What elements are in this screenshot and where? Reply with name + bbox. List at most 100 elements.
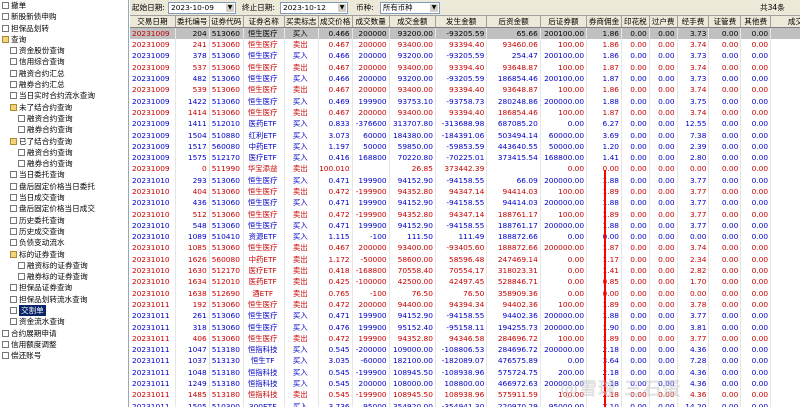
tree-item[interactable]: 融券合约查询 — [0, 158, 128, 169]
table-cell: 0.00 — [677, 163, 710, 175]
table-cell: -50000 — [352, 253, 390, 265]
chevron-down-icon[interactable]: ▼ — [430, 4, 438, 12]
table-row[interactable]: 20231009 1414 513060 恒生医疗 卖出 0.467 200000 93400… — [130, 106, 800, 119]
table-row[interactable]: 20231010 1638 512690 酒ETF 卖出 0.765 -100 76.50 76… — [130, 287, 800, 299]
table-row[interactable]: 20231009 1504 510880 红利ETF 买入 3.073 60000 18438… — [130, 129, 800, 141]
tree-item[interactable]: 融券标的证券查询 — [0, 271, 128, 282]
table-row[interactable]: 20231010 1626 560080 中药ETF 卖出 1.172 -50000 5860… — [130, 253, 800, 265]
tree-item[interactable]: 标的证券查询 — [0, 249, 128, 260]
tree-item[interactable]: 当日委托查询 — [0, 169, 128, 180]
column-header[interactable]: 印花税 — [621, 16, 650, 28]
column-header[interactable]: 委托编号 — [175, 16, 210, 28]
tree-item[interactable]: 合约展期申请 — [0, 328, 128, 339]
chevron-down-icon[interactable]: ▼ — [338, 4, 346, 12]
tree-item[interactable]: 融资合约汇总 — [0, 68, 128, 79]
tree-item[interactable]: 担保品证券查询 — [0, 282, 128, 293]
tree-item[interactable]: 当日实时合约流水查询 — [0, 90, 128, 101]
tree-item[interactable]: 融资合约查询 — [0, 147, 128, 158]
table-row[interactable]: 20231011 1249 513180 恒指科技 买入 0.545 200000 10800… — [130, 377, 800, 390]
table-row[interactable]: 20231011 1505 510300 300ETF 买入 3.736 95000 3549… — [130, 400, 800, 407]
table-row[interactable]: 20231009 537 513060 恒生医疗 卖出 0.467 200000 93400.… — [130, 61, 800, 73]
tree-item[interactable]: 担保品划转流水查询 — [0, 294, 128, 305]
column-header[interactable]: 交易日期 — [130, 16, 176, 28]
tree-item[interactable]: 新股新债申购 — [0, 11, 128, 22]
column-header[interactable]: 成交价格 — [318, 16, 353, 28]
column-header[interactable]: 券商佣金 — [586, 16, 622, 28]
table-row[interactable]: 20231009 1422 513060 恒生医疗 买入 0.469 199900 93753… — [130, 95, 800, 107]
column-header[interactable]: 后证券额 — [540, 16, 588, 28]
column-header[interactable]: 发生金额 — [435, 16, 488, 28]
table-row[interactable]: 20231010 512 513060 恒生医疗 卖出 0.472 -199900 94352… — [130, 208, 800, 220]
table-row[interactable]: 20231010 1085 513060 恒生医疗 卖出 0.467 200000 93400… — [130, 242, 800, 254]
end-date-picker[interactable]: 2023-10-12 ▼ — [280, 2, 348, 14]
table-row[interactable]: 20231011 261 513060 恒生医疗 买入 0.471 199900 94152.… — [130, 310, 800, 322]
table-cell: 5787349 — [770, 72, 800, 85]
column-header[interactable]: 证券名称 — [243, 16, 285, 28]
tree-item[interactable]: 负债变动流水 — [0, 237, 128, 248]
column-header[interactable]: 成交编号 — [770, 16, 800, 28]
column-header[interactable]: 证管费 — [708, 16, 742, 28]
table-row[interactable]: 20231010 293 513060 恒生医疗 买入 0.471 199900 94152.… — [130, 174, 800, 186]
column-header[interactable]: 证券代码 — [209, 16, 244, 28]
table-row[interactable]: 20231011 1047 513180 恒指科技 买入 0.545 -200000 1090… — [130, 344, 800, 356]
table-row[interactable]: 20231009 378 513060 恒生医疗 买入 0.466 200000 93200.… — [130, 50, 800, 62]
column-header[interactable]: 成交数量 — [352, 16, 390, 28]
table-row[interactable]: 20231009 482 513060 恒生医疗 买入 0.466 200000 93200.… — [130, 72, 800, 85]
table-row[interactable]: 20231009 1517 560080 中药ETF 买入 1.197 50000 59850… — [130, 140, 800, 152]
tree-item[interactable]: 已了结合约查询 — [0, 136, 128, 147]
table-row[interactable]: 20231011 406 513060 恒生医疗 卖出 0.472 199900 94352.… — [130, 332, 800, 345]
table-row[interactable]: 20231011 1037 513130 恒生TF 买入 3.035 -60000 18210… — [130, 355, 800, 367]
tree-item[interactable]: 偿还账号 — [0, 350, 128, 361]
tree-item[interactable]: 融券合约汇总 — [0, 79, 128, 90]
chevron-down-icon[interactable]: ▼ — [226, 4, 234, 12]
tree-item[interactable]: 交割单 — [0, 305, 128, 317]
table-row[interactable]: 20231009 1575 512170 医疗ETF 买入 0.416 168800 7022… — [130, 151, 800, 164]
tree-item[interactable]: 资金股份查询 — [0, 45, 128, 56]
tree-item[interactable]: 未了结合约查询 — [0, 102, 128, 113]
column-header[interactable]: 经手费 — [677, 16, 710, 28]
table-cell: -95158.11 — [435, 321, 488, 333]
function-tree[interactable]: 撤单 新股新债申购 担保品划转 查询 资金股份查询 信用综合查询 融资合约汇总 融券合约汇总当… — [0, 0, 129, 407]
tree-item[interactable]: 担保品划转 — [0, 23, 128, 34]
tree-item[interactable]: 融券合约查询 — [0, 124, 128, 135]
tree-item[interactable]: 资金流水查询 — [0, 316, 128, 327]
table-row[interactable]: 20231011 1485 513180 恒指科技 卖出 0.545 -199900 1089… — [130, 389, 800, 401]
table-row[interactable]: 20231009 0 511990 华宝添益 卖出 100.010 26.85 373442.… — [130, 163, 800, 175]
tree-item[interactable]: 当日成交查询 — [0, 192, 128, 203]
table-row[interactable]: 20231010 548 513060 恒生医疗 买入 0.471 199900 94152.… — [130, 219, 800, 232]
currency-select[interactable]: 所有币种 ▼ — [380, 2, 440, 14]
tree-item[interactable]: 融资合约查询 — [0, 113, 128, 124]
table-row[interactable]: 20231011 318 513060 恒生医疗 买入 0.476 199900 95152.… — [130, 321, 800, 333]
table-row[interactable]: 20231010 404 513060 恒生医疗 卖出 0.472 -199900 94352… — [130, 185, 800, 198]
tree-item[interactable]: 撤单 — [0, 0, 128, 11]
column-header[interactable]: 成交金额 — [389, 16, 436, 28]
tree-item[interactable]: 信用综合查询 — [0, 56, 128, 67]
table-cell: 1047 — [175, 344, 210, 356]
table-row[interactable]: 20231010 1634 512010 医药ETF 卖出 0.425 -100000 425… — [130, 276, 800, 288]
column-header[interactable]: 后资金额 — [486, 16, 541, 28]
table-cell: 93400.00 — [389, 61, 436, 73]
column-header[interactable]: 买卖标志 — [284, 16, 319, 28]
column-header[interactable]: 过户费 — [649, 16, 678, 28]
table-row[interactable]: 20231010 1630 512170 医疗ETF 卖出 0.418 -168800 705… — [130, 264, 800, 277]
table-row[interactable]: 20231009 204 513060 恒生医疗 买入 0.466 200000 93200.… — [130, 27, 800, 39]
tree-item[interactable]: 历史成交查询 — [0, 226, 128, 237]
tree-item[interactable]: 信用额度调整 — [0, 339, 128, 350]
table-row[interactable]: 20231010 436 513060 恒生医疗 买入 0.471 199900 94152.… — [130, 197, 800, 209]
tree-item[interactable]: 盘后固定价格当日委托 — [0, 181, 128, 192]
tree-item[interactable]: 融资标的证券查询 — [0, 260, 128, 271]
table-row[interactable]: 20231010 1089 510410 资源ETF 买入 1.115 -100 111.50… — [130, 231, 800, 243]
column-header[interactable]: 其他费 — [740, 16, 772, 28]
table-row[interactable]: 20231009 539 513060 恒生医疗 卖出 0.467 200000 93400.… — [130, 84, 800, 96]
table-cell: 卖出 — [284, 389, 319, 401]
start-date-picker[interactable]: 2023-10-09 ▼ — [168, 2, 236, 14]
tree-item[interactable]: 查询 — [0, 34, 128, 45]
table-cell: 0.00 — [621, 72, 650, 85]
tree-item[interactable]: 盘后固定价格当日成交 — [0, 203, 128, 214]
table-row[interactable]: 20231009 1411 512010 医药ETF 买入 0.833 -376600 313… — [130, 118, 800, 130]
table-row[interactable]: 20231011 192 513060 恒生医疗 卖出 0.472 200000 94400.… — [130, 298, 800, 311]
delivery-order-grid[interactable]: 交易日期 委托编号 证券代码 证券名称 买卖标志 成交价格 成交数量 成交金额 发生金额 后资金额… — [130, 16, 800, 407]
table-row[interactable]: 20231011 1048 513180 恒指科技 买入 0.545 -199900 1089… — [130, 366, 800, 378]
tree-item[interactable]: 历史委托查询 — [0, 215, 128, 226]
table-row[interactable]: 20231009 241 513060 恒生医疗 卖出 0.467 200000 93400.… — [130, 39, 800, 51]
